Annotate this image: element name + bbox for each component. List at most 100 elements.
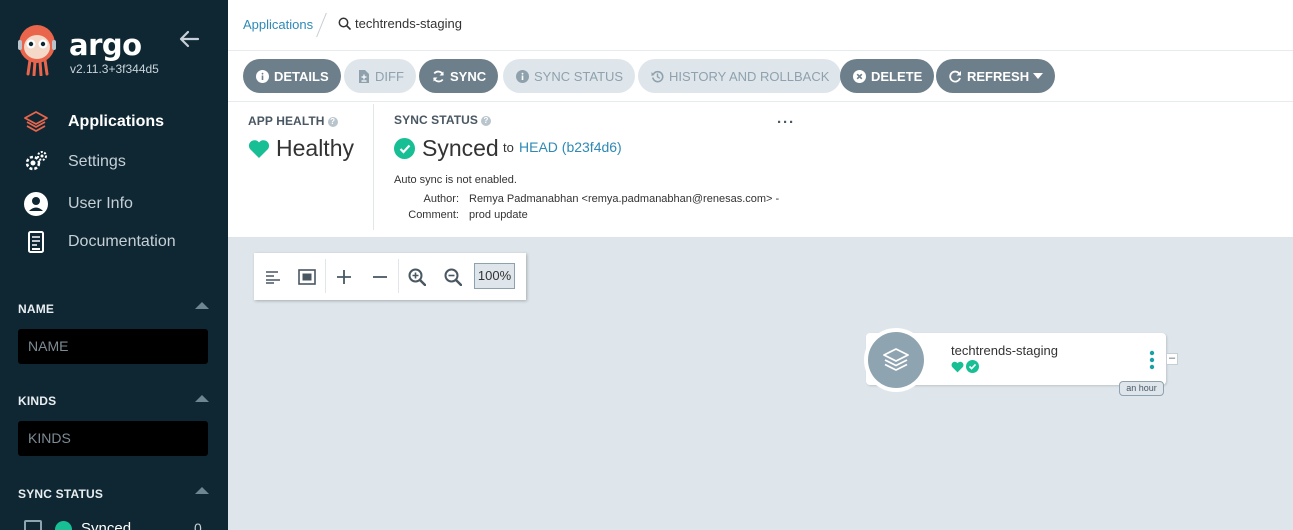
sync-filter-synced[interactable]: Synced 0 xyxy=(24,518,214,530)
app-node-icon xyxy=(864,328,928,392)
sync-status: Synced xyxy=(394,135,499,162)
app-health-label: APP HEALTH xyxy=(248,114,325,128)
file-diff-icon xyxy=(356,69,370,83)
author-label: Author: xyxy=(423,193,459,205)
auto-sync-note: Auto sync is not enabled. xyxy=(394,174,517,186)
app-node-age: an hour xyxy=(1119,381,1164,396)
sidebar-item-label: Documentation xyxy=(68,233,176,250)
divider xyxy=(373,104,374,230)
check-circle-icon xyxy=(966,360,979,373)
sidebar-item-applications[interactable]: Applications xyxy=(22,108,212,136)
revision-link[interactable]: HEAD (b23f4d6) xyxy=(519,139,622,155)
history-icon xyxy=(650,69,664,83)
current-app-name: techtrends-staging xyxy=(355,16,462,31)
sidebar-item-documentation[interactable]: Documentation xyxy=(22,228,212,256)
sync-status-button[interactable]: SYNC STATUS xyxy=(503,59,636,93)
caret-down-icon xyxy=(1033,73,1044,79)
synced-check-icon xyxy=(55,521,72,530)
breadcrumb-separator xyxy=(316,12,327,38)
app-search[interactable]: techtrends-staging xyxy=(338,16,462,31)
checkbox[interactable] xyxy=(24,520,42,530)
argo-logo-icon xyxy=(18,25,56,76)
sync-filter-count: 0 xyxy=(194,520,202,530)
sync-icon xyxy=(431,69,445,83)
diff-button-label: DIFF xyxy=(375,68,404,84)
help-icon[interactable]: ? xyxy=(327,116,338,127)
version-label: v2.11.3+3f344d5 xyxy=(70,62,159,76)
graph-toolbar: 100% xyxy=(254,253,526,300)
refresh-icon xyxy=(948,69,962,83)
sidebar: argo v2.11.3+3f344d5 Applications Settin… xyxy=(0,0,228,530)
name-filter-input[interactable]: NAME xyxy=(18,329,208,364)
delete-circle-icon xyxy=(852,69,866,83)
node-collapse-toggle[interactable]: – xyxy=(1166,353,1178,365)
health-value: Healthy xyxy=(276,135,354,161)
collapse-caret-icon[interactable] xyxy=(195,395,209,402)
to-label: to xyxy=(503,140,514,155)
divider xyxy=(398,259,399,293)
health-status: Healthy xyxy=(248,135,354,162)
collapse-caret-icon[interactable] xyxy=(195,487,209,494)
sync-status-label: SYNC STATUS xyxy=(394,113,478,127)
top-bar: Applications techtrends-staging xyxy=(228,0,1293,51)
status-panel: APP HEALTH? Healthy SYNC STATUS? Synced … xyxy=(228,102,1293,238)
breadcrumb-applications[interactable]: Applications xyxy=(243,17,313,32)
sidebar-item-settings[interactable]: Settings xyxy=(22,148,212,176)
app-node-status xyxy=(951,360,979,373)
sync-value: Synced xyxy=(422,135,499,161)
author-value: Remya Padmanabhan <remya.padmanabhan@ren… xyxy=(469,193,780,205)
user-circle-icon xyxy=(22,190,50,218)
kinds-filter-input[interactable]: KINDS xyxy=(18,421,208,456)
info-icon xyxy=(255,69,269,83)
delete-button[interactable]: DELETE xyxy=(840,59,935,93)
expand-plus-icon[interactable] xyxy=(330,263,358,291)
heart-icon xyxy=(951,361,964,372)
layers-icon xyxy=(22,108,50,136)
zoom-in-icon[interactable] xyxy=(403,263,431,291)
zoom-out-icon[interactable] xyxy=(439,263,467,291)
sidebar-item-label: Settings xyxy=(68,153,126,170)
sidebar-item-label: User Info xyxy=(68,195,133,212)
brand-name: argo xyxy=(69,28,142,62)
details-button-label: DETAILS xyxy=(274,68,329,84)
search-icon xyxy=(338,17,351,30)
sync-status-button-label: SYNC STATUS xyxy=(534,68,624,84)
refresh-button-label: REFRESH xyxy=(967,68,1030,84)
sync-filter-label: Synced xyxy=(81,520,132,530)
gears-icon xyxy=(22,148,50,176)
collapse-sidebar-arrow-icon[interactable] xyxy=(176,28,202,50)
comment-value: prod update xyxy=(469,209,528,221)
collapse-caret-icon[interactable] xyxy=(195,302,209,309)
comment-label: Comment: xyxy=(408,209,459,221)
heart-icon xyxy=(248,139,270,158)
delete-button-label: DELETE xyxy=(871,68,923,84)
filter-title-sync-status: SYNC STATUS xyxy=(18,487,104,501)
details-button[interactable]: DETAILS xyxy=(243,59,341,93)
history-rollback-button-label: HISTORY AND ROLLBACK xyxy=(669,68,830,84)
history-rollback-button[interactable]: HISTORY AND ROLLBACK xyxy=(638,59,842,93)
collapse-minus-icon[interactable] xyxy=(366,263,394,291)
info-icon xyxy=(515,69,529,83)
refresh-button[interactable]: REFRESH xyxy=(936,59,1056,93)
app-node-title[interactable]: techtrends-staging xyxy=(951,343,1058,358)
zoom-level[interactable]: 100% xyxy=(474,263,515,289)
check-circle-icon xyxy=(394,138,415,159)
sidebar-item-user-info[interactable]: User Info xyxy=(22,190,212,218)
layers-icon xyxy=(883,348,909,371)
kebab-menu-icon[interactable] xyxy=(1147,350,1157,370)
book-icon xyxy=(22,228,50,256)
sync-status-heading: SYNC STATUS? xyxy=(394,113,491,127)
filter-title-kinds: KINDS xyxy=(18,394,57,408)
action-toolbar: DETAILS DIFF SYNC SYNC STATUS HISTORY AN… xyxy=(228,51,1293,102)
help-icon[interactable]: ? xyxy=(481,115,491,126)
sync-button-label: SYNC xyxy=(450,68,487,84)
filter-title-name: NAME xyxy=(18,302,55,316)
divider xyxy=(325,259,326,293)
more-options-icon[interactable]: ··· xyxy=(777,114,795,131)
app-health-heading: APP HEALTH? xyxy=(248,114,338,128)
fit-screen-icon[interactable] xyxy=(293,263,321,291)
diff-button[interactable]: DIFF xyxy=(344,59,416,93)
align-left-icon[interactable] xyxy=(259,263,287,291)
sync-button[interactable]: SYNC xyxy=(419,59,499,93)
sidebar-item-label: Applications xyxy=(68,113,165,130)
